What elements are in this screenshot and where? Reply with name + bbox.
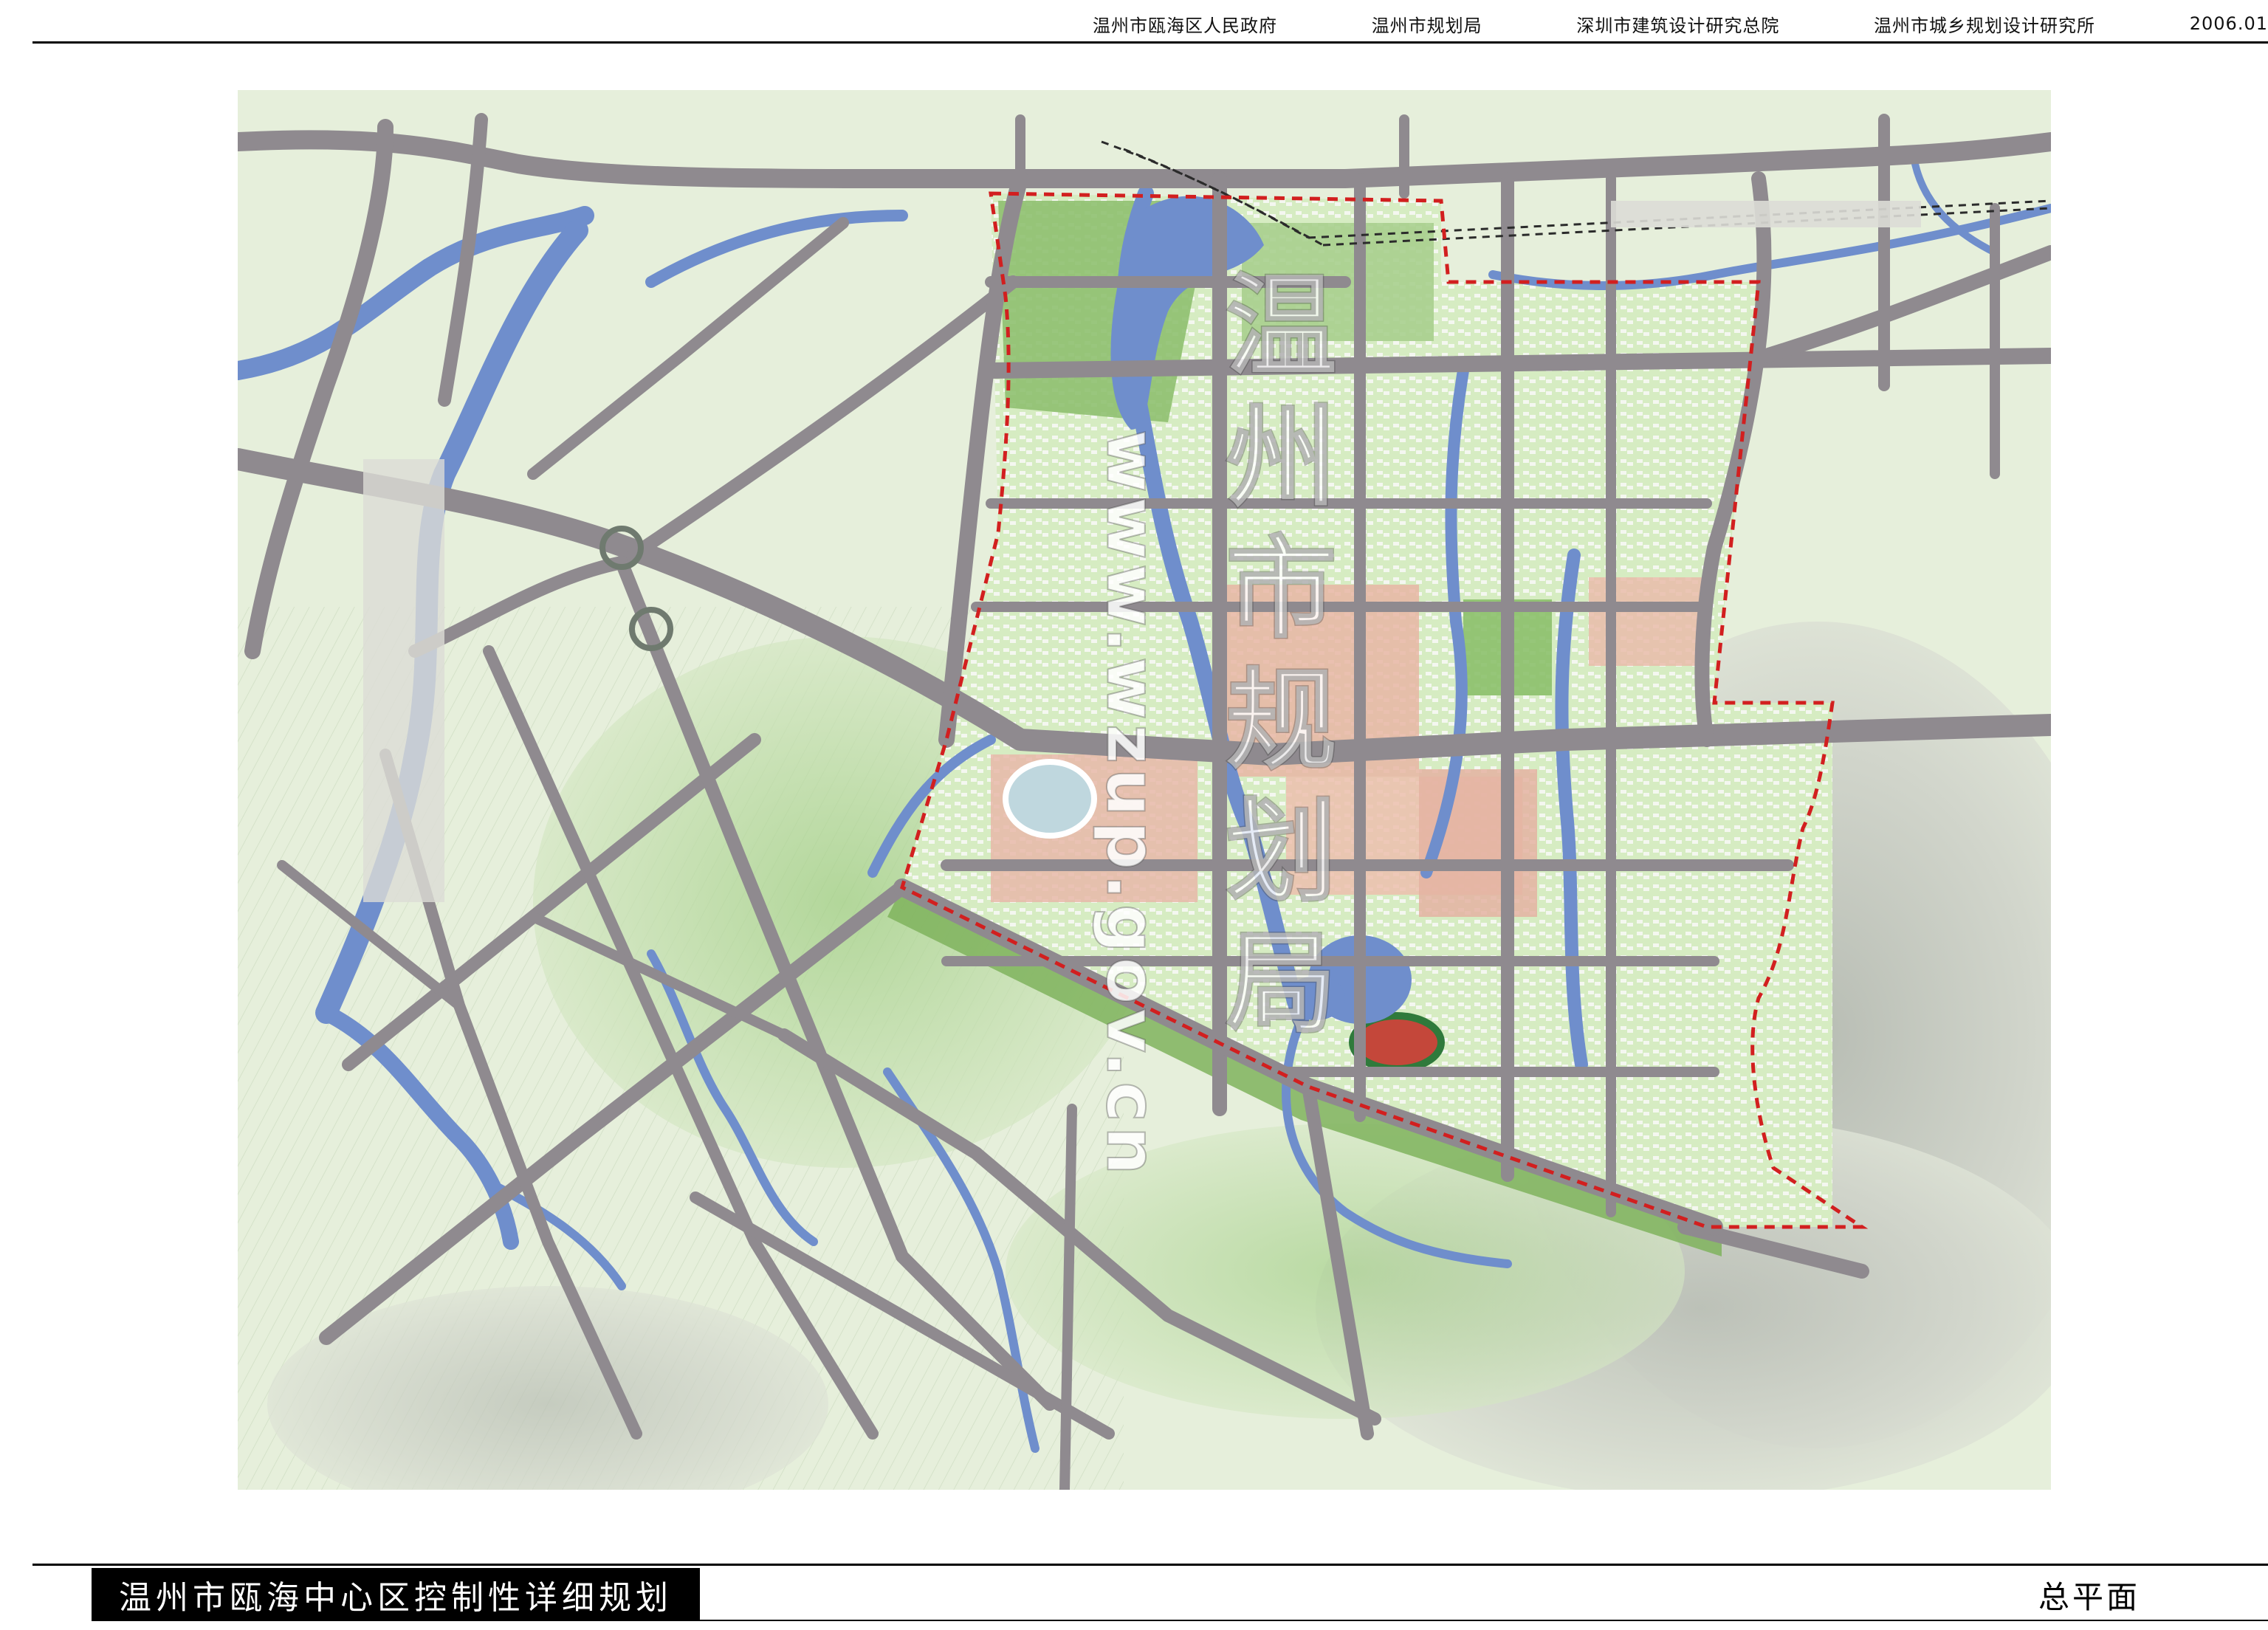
header-rule bbox=[32, 41, 2268, 44]
credit-planning-bureau: 温州市规划局 bbox=[1371, 15, 1482, 36]
map-canvas: 温州市规划局 www.wzup.gov.cn bbox=[238, 90, 2051, 1490]
plan-title: 温州市瓯海中心区控制性详细规划 bbox=[119, 1579, 673, 1617]
credit-district-government: 温州市瓯海区人民政府 bbox=[1093, 15, 1277, 36]
master-plan-map: 温州市规划局 www.wzup.gov.cn bbox=[238, 90, 2051, 1490]
footer-rule bbox=[32, 1564, 2268, 1566]
exhibition-centre bbox=[1003, 759, 1097, 839]
rail-station-east bbox=[1611, 201, 1921, 227]
credit-wenzhou-institute: 温州市城乡规划设计研究所 bbox=[1874, 15, 2096, 36]
credit-shenzhen-institute: 深圳市建筑设计研究总院 bbox=[1576, 15, 1780, 36]
drawing-sheet: 温州市瓯海区人民政府 温州市规划局 深圳市建筑设计研究总院 温州市城乡规划设计研… bbox=[0, 0, 2268, 1630]
watermark-text: 温州市规划局 bbox=[1207, 267, 1336, 1056]
rail-yard-west bbox=[363, 459, 444, 902]
drawing-date: 2006.01 bbox=[2189, 13, 2268, 34]
watermark-url: www.wzup.gov.cn bbox=[1092, 430, 1171, 1179]
footer-title-box: 温州市瓯海中心区控制性详细规划 bbox=[92, 1568, 700, 1621]
sheet-subtitle: 总平面 bbox=[2038, 1578, 2140, 1615]
header-credits: 温州市瓯海区人民政府 温州市规划局 深圳市建筑设计研究总院 温州市城乡规划设计研… bbox=[1093, 7, 2268, 40]
footer-bottom-rule bbox=[700, 1620, 2268, 1621]
